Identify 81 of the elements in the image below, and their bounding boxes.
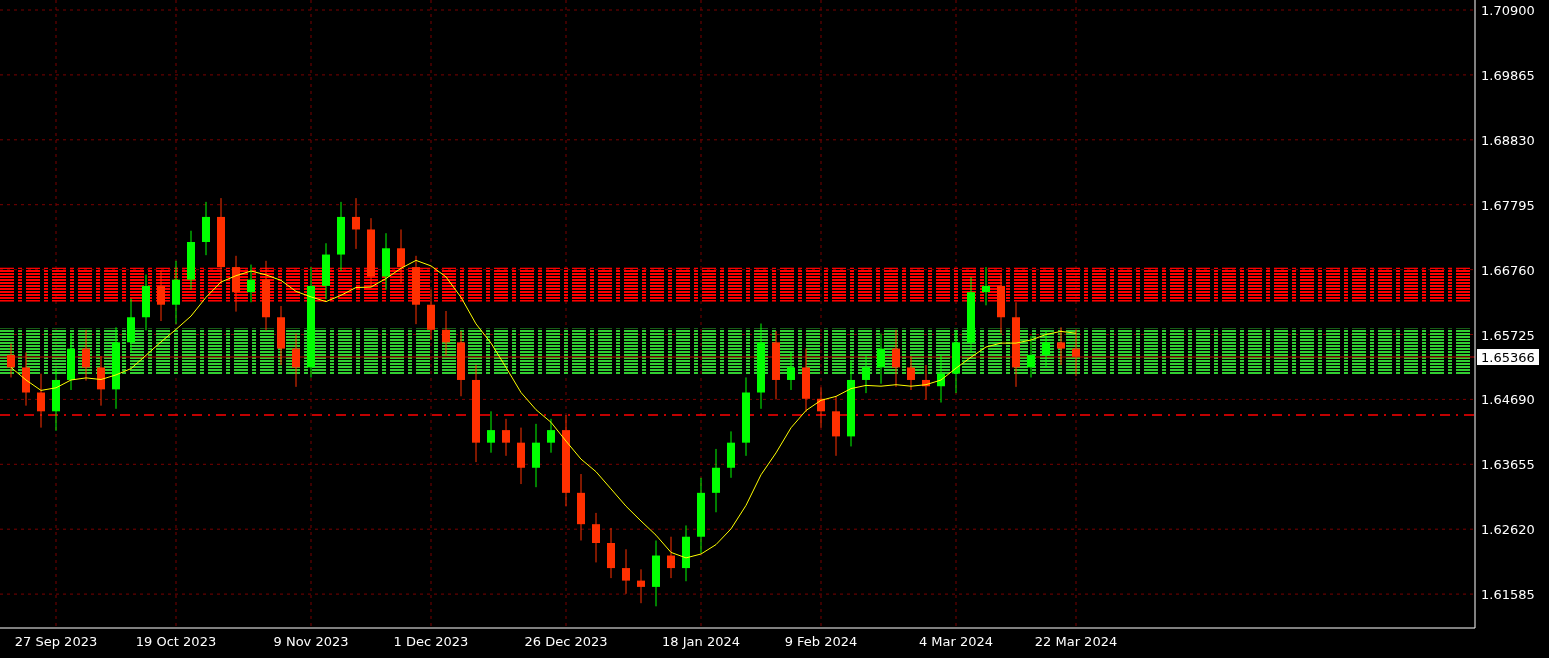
candlestick xyxy=(457,330,465,397)
candlestick xyxy=(382,232,390,291)
price-label: 1.65725 xyxy=(1481,327,1535,343)
candlestick xyxy=(142,274,150,331)
candlestick xyxy=(262,260,270,331)
candlestick xyxy=(682,524,690,582)
candlestick xyxy=(187,230,195,291)
candlestick xyxy=(982,266,990,306)
candlestick xyxy=(97,355,105,407)
candlestick xyxy=(832,395,840,457)
candlestick xyxy=(922,364,930,400)
date-label: 9 Feb 2024 xyxy=(784,634,858,649)
candlestick xyxy=(577,473,585,541)
price-label: 1.66760 xyxy=(1481,262,1535,278)
candlestick xyxy=(817,387,825,429)
candlestick xyxy=(547,418,555,454)
candlestick xyxy=(247,264,255,303)
candlestick xyxy=(1057,326,1065,366)
candlestick xyxy=(607,527,615,579)
candlestick xyxy=(997,274,1005,335)
date-label: 1 Dec 2023 xyxy=(393,634,469,649)
price-label: 1.62620 xyxy=(1481,522,1535,538)
date-label: 27 Sep 2023 xyxy=(14,634,98,649)
current-price-label: 1.65366 xyxy=(1477,349,1539,365)
candlestick xyxy=(202,201,210,256)
candlestick xyxy=(802,348,810,413)
candlestick xyxy=(592,512,600,563)
price-label: 1.70900 xyxy=(1481,3,1535,18)
candlestick xyxy=(877,333,885,385)
date-label: 19 Oct 2023 xyxy=(135,634,217,649)
candlestick xyxy=(652,540,660,607)
candlestick xyxy=(517,427,525,485)
candlestick xyxy=(22,351,30,407)
candlestick xyxy=(52,368,60,432)
candlestick xyxy=(532,423,540,488)
candlestick xyxy=(322,242,330,300)
price-label: 1.61585 xyxy=(1481,587,1535,603)
candlestick xyxy=(1027,335,1035,378)
candlestick xyxy=(502,418,510,457)
candlestick xyxy=(937,354,945,404)
price-label: 1.67795 xyxy=(1481,197,1535,213)
candlestick xyxy=(412,255,420,325)
date-label: 9 Nov 2023 xyxy=(273,634,349,649)
candlestick xyxy=(37,373,45,429)
date-label: 26 Dec 2023 xyxy=(524,634,608,649)
candlestick xyxy=(772,330,780,400)
candlestick xyxy=(337,201,345,272)
candlestick xyxy=(622,548,630,595)
candlestick xyxy=(952,330,960,394)
candlestick xyxy=(862,355,870,394)
candlestick xyxy=(907,355,915,391)
candlestick xyxy=(292,333,300,388)
candlestick xyxy=(712,448,720,513)
candlestick xyxy=(232,255,240,313)
date-label: 18 Jan 2024 xyxy=(662,634,740,649)
candlestick xyxy=(82,329,90,382)
candlestick xyxy=(892,329,900,388)
candlestick xyxy=(397,228,405,284)
candlestick xyxy=(637,568,645,604)
candlestick xyxy=(442,310,450,356)
price-label: 1.68830 xyxy=(1481,132,1535,148)
candlestick xyxy=(172,260,180,325)
price-label: 1.69865 xyxy=(1481,67,1535,83)
candlestick xyxy=(157,270,165,322)
candlestick xyxy=(727,430,735,479)
price-label: 1.64690 xyxy=(1481,392,1535,408)
candlestick xyxy=(487,410,495,454)
date-label: 4 Mar 2024 xyxy=(918,634,994,649)
candlestick xyxy=(1072,329,1080,377)
candlestick xyxy=(427,289,435,341)
date-label: 22 Mar 2024 xyxy=(1034,634,1118,649)
candlestick xyxy=(127,297,135,353)
candlestick xyxy=(367,217,375,288)
candlestick xyxy=(7,343,15,378)
candlestick xyxy=(277,305,285,366)
candlestick xyxy=(352,197,360,250)
candlestick xyxy=(787,351,795,391)
candlestick xyxy=(67,333,75,391)
candlestick xyxy=(1042,330,1050,369)
price-label: 1.63655 xyxy=(1481,457,1535,473)
candlestick xyxy=(667,536,675,579)
